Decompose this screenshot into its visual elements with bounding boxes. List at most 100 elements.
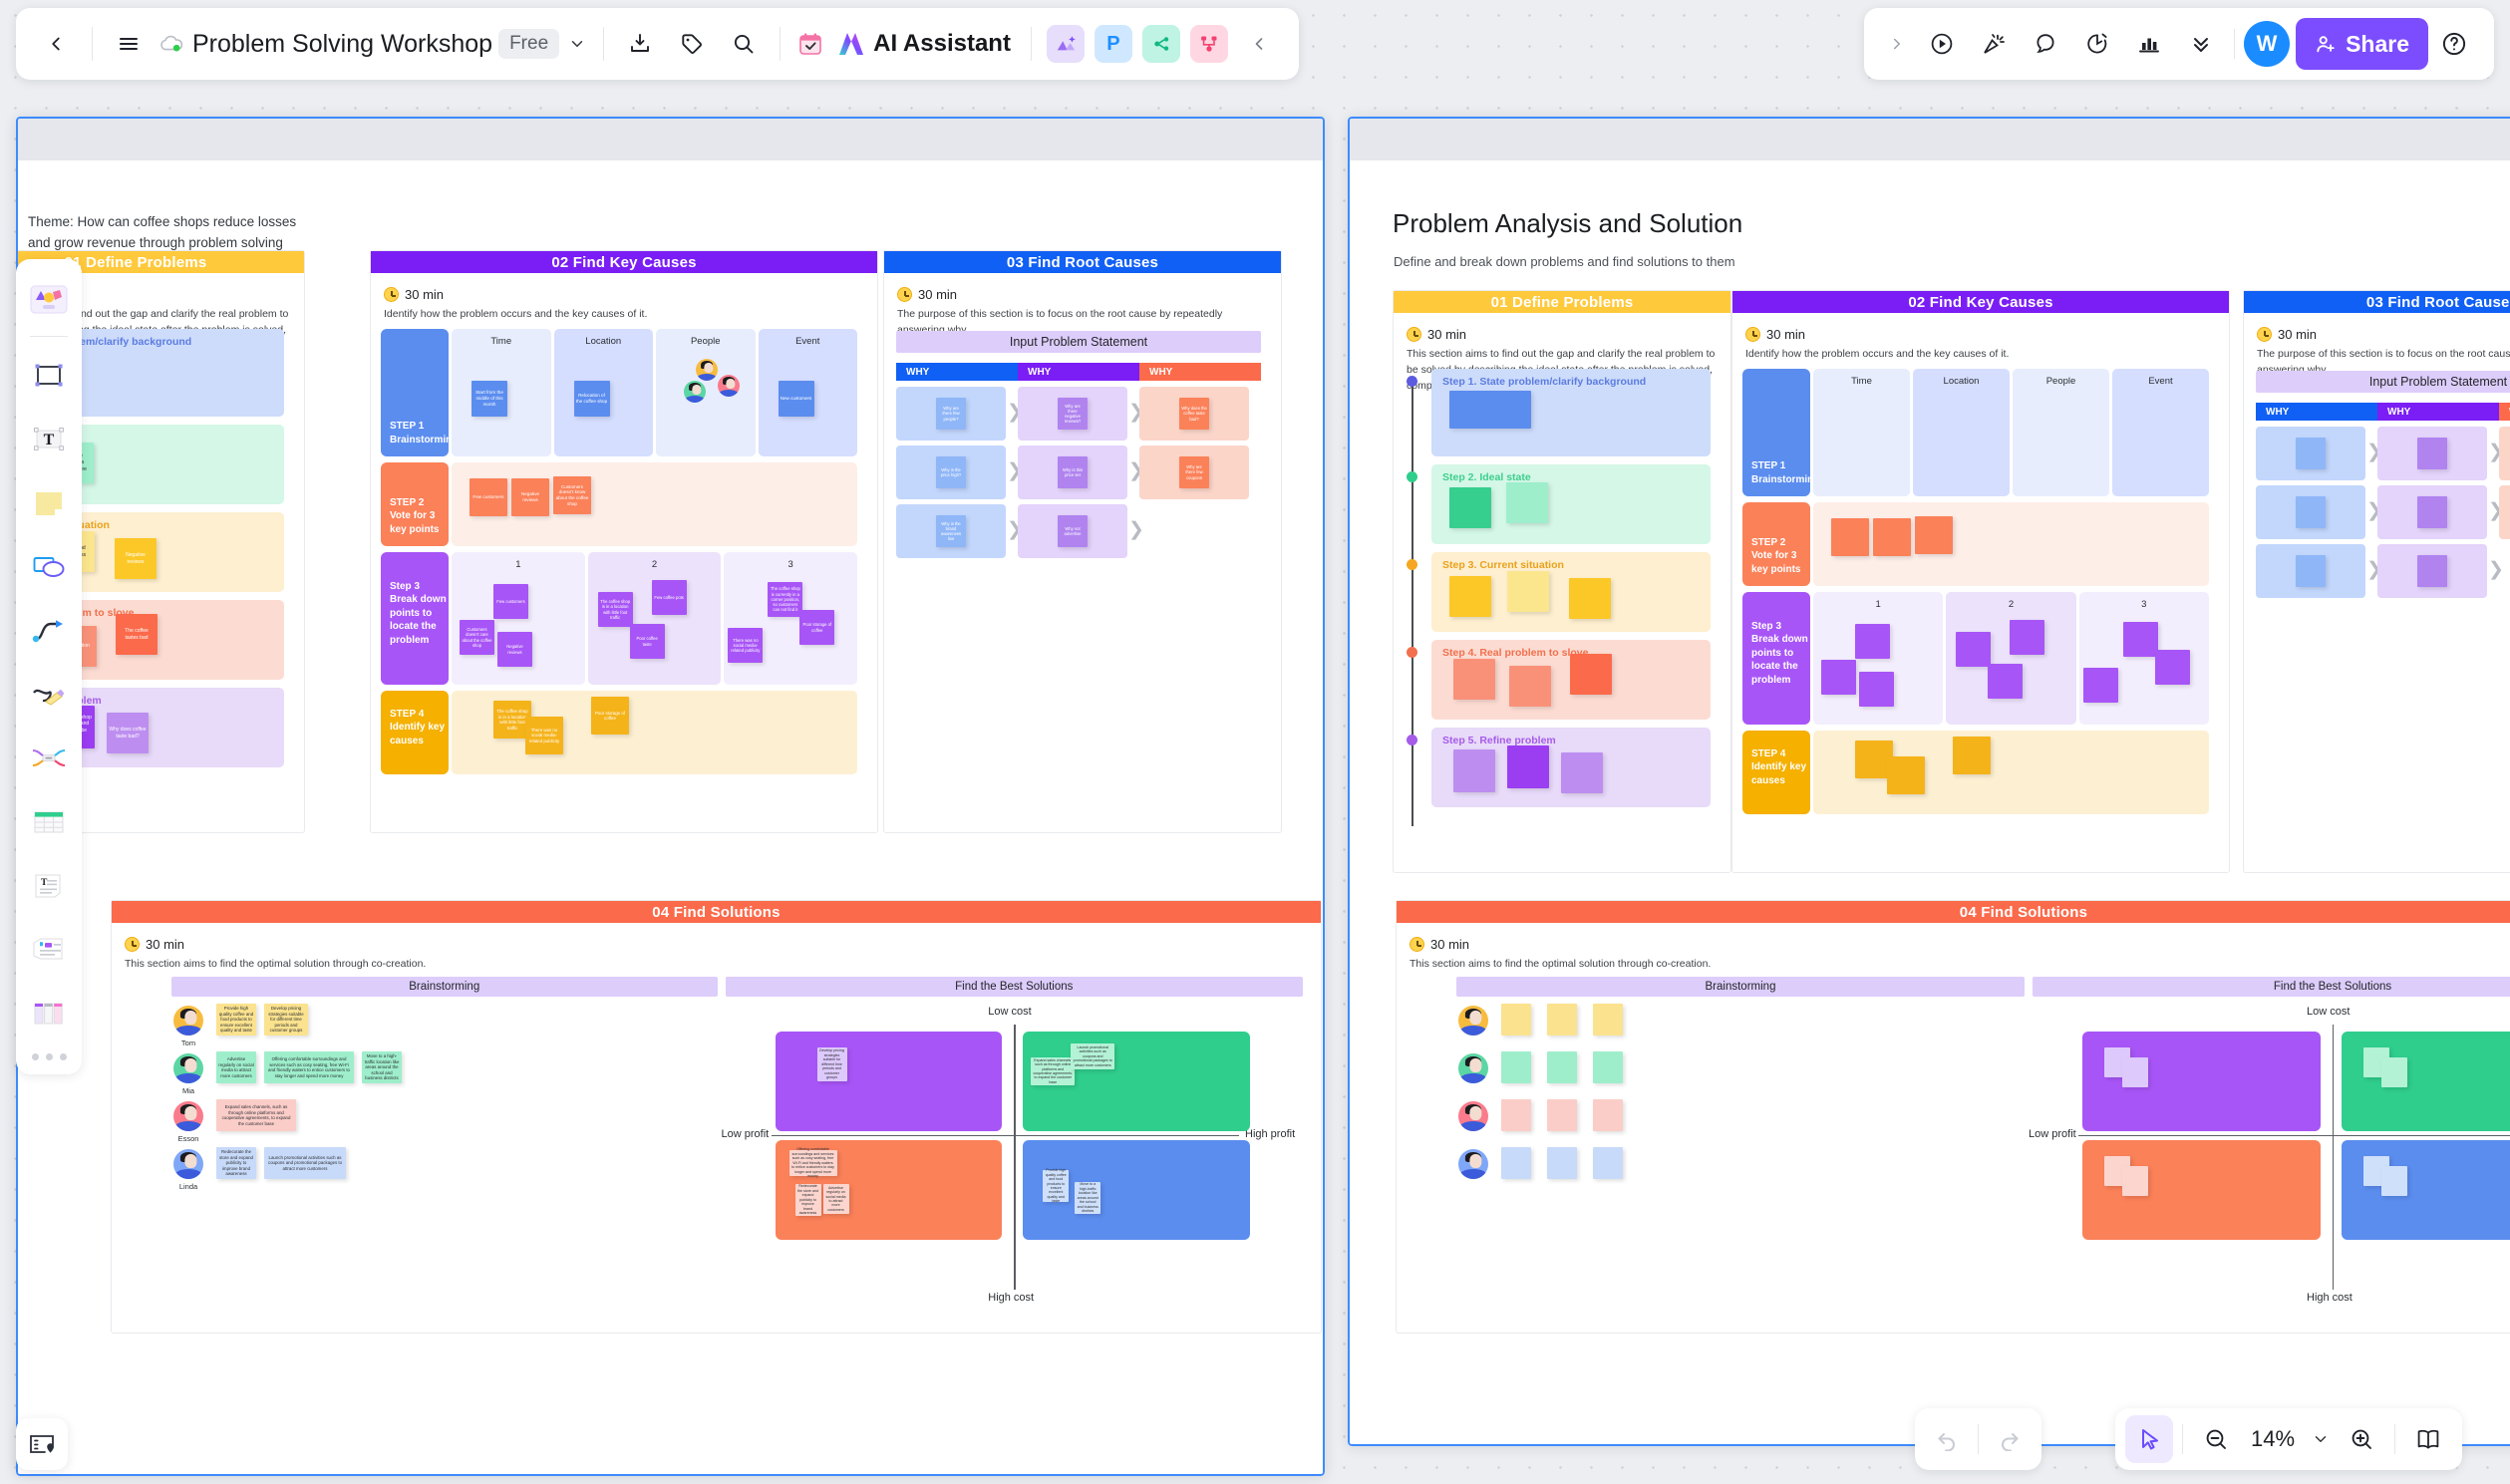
frame-tool[interactable]: [20, 345, 78, 407]
minimap-button[interactable]: [16, 1418, 68, 1470]
step-lane[interactable]: Step 2. Ideal state: [1431, 464, 1711, 544]
sticky-note[interactable]: [2122, 1057, 2148, 1087]
step-column[interactable]: 3 The coffee shop is currently in a corne…: [724, 552, 858, 685]
app-flowchart[interactable]: [1189, 25, 1228, 63]
step-column[interactable]: 2: [1946, 592, 2076, 725]
collapse-down-button[interactable]: [2175, 18, 2227, 70]
sticky-note[interactable]: Expand sales channels, such as through o…: [216, 1099, 296, 1131]
sticky-note[interactable]: The coffee shop is in a location with li…: [597, 592, 633, 627]
undo-button[interactable]: [1923, 1415, 1971, 1463]
step-row-1[interactable]: STEP 1 Brainstorming Time Location People Ev…: [1742, 369, 2209, 496]
sticky-note[interactable]: [1547, 1099, 1577, 1131]
quadrant-high-profit-low-cost[interactable]: Expand sales channels, such as through o…: [1023, 1032, 1250, 1131]
quadrant-low-profit-high-cost[interactable]: Offering comfortable surroundings and se…: [775, 1140, 1003, 1240]
sticky-note[interactable]: [1569, 578, 1611, 619]
sticky-note[interactable]: [1507, 745, 1549, 788]
back-button[interactable]: [30, 18, 82, 70]
sticky-note[interactable]: [1956, 632, 1992, 667]
section-card-03[interactable]: 03 Find Root Causes 30 min The purpose of …: [883, 250, 1282, 833]
sticky-note[interactable]: Provide high quality coffee and food pro…: [1043, 1168, 1070, 1203]
sticky-note[interactable]: [1593, 1004, 1623, 1036]
sticky-note[interactable]: [1570, 654, 1612, 695]
avatar[interactable]: W: [2244, 21, 2291, 67]
brainstorming-label[interactable]: Brainstorming: [1456, 977, 2025, 997]
sticky-note[interactable]: [1449, 391, 1531, 429]
step-column[interactable]: Location Relocation of the coffee shop: [553, 329, 653, 456]
sticky-note[interactable]: [1855, 624, 1890, 659]
comment-button[interactable]: [2020, 18, 2071, 70]
why-cell[interactable]: Why not advertise: [1018, 504, 1127, 558]
sticky-note[interactable]: [1821, 660, 1856, 695]
sticky-note[interactable]: Few customers: [470, 478, 507, 516]
why-cell[interactable]: [2377, 485, 2487, 539]
why-cell[interactable]: Why does the coffee taste bad?: [1139, 387, 1249, 441]
sticky-note[interactable]: [1593, 1099, 1623, 1131]
sticky-note[interactable]: Why is the brand awareness low: [936, 515, 966, 547]
sticky-note[interactable]: Develop pricing strategies suitable for …: [816, 1047, 847, 1081]
sticky-note[interactable]: [1547, 1004, 1577, 1036]
input-problem-statement[interactable]: Input Problem Statement: [2256, 371, 2510, 393]
collapse-apps-button[interactable]: [1233, 18, 1285, 70]
sticky-note[interactable]: Move to a high-traffic location like are…: [1075, 1182, 1101, 1214]
section-card-02[interactable]: 02 Find Key Causes 30 min Identify how the…: [1731, 290, 2230, 873]
sticky-note[interactable]: Few customers: [493, 584, 528, 619]
sticky-note[interactable]: Advertise regularly on social media to a…: [822, 1184, 849, 1214]
why-cell[interactable]: Why are there negative reviews?: [1018, 387, 1127, 441]
sticky-note[interactable]: Poor storage of coffee: [799, 610, 835, 645]
sticky-note[interactable]: Launch promotional activities such as co…: [264, 1147, 346, 1179]
frame-work-here[interactable]: Problem Analysis and Solution Define and …: [1348, 117, 2510, 1446]
more-options-dots[interactable]: [31, 1053, 67, 1060]
sticky-note[interactable]: Poor storage of coffee: [591, 697, 629, 735]
step-column[interactable]: Event: [2112, 369, 2209, 496]
ai-assistant-button[interactable]: AI Assistant: [830, 18, 1021, 70]
sticky-note[interactable]: [1501, 1004, 1531, 1036]
sticky-note[interactable]: Why is the price high?: [936, 456, 966, 488]
sticky-note[interactable]: [2122, 622, 2158, 657]
sticky-note[interactable]: [1873, 518, 1911, 556]
text-card-tool[interactable]: T: [20, 855, 78, 917]
sticky-note[interactable]: Start from the middle of this month: [471, 381, 507, 417]
text-tool[interactable]: T: [20, 409, 78, 470]
sticky-note[interactable]: Why are there few coupons: [1179, 456, 1209, 488]
step-lane[interactable]: [1813, 502, 2209, 586]
step-row-1[interactable]: STEP 1 Brainstorming Time Start from the m…: [381, 329, 857, 456]
timer-button[interactable]: [2071, 18, 2123, 70]
sticky-note[interactable]: [1501, 1147, 1531, 1179]
zoom-in-button[interactable]: [2338, 1415, 2385, 1463]
sticky-note[interactable]: [1859, 672, 1894, 707]
sticky-note[interactable]: Relocation of the coffee shop: [573, 381, 610, 417]
frame-example[interactable]: Theme: How can coffee shops reduce losse…: [16, 117, 1325, 1476]
sticky-note[interactable]: Provide high quality coffee and food pro…: [216, 1004, 256, 1036]
why-cell[interactable]: [2377, 427, 2487, 480]
quadrant-high-profit-high-cost[interactable]: Provide high quality coffee and food pro…: [1023, 1140, 1250, 1240]
sticky-note[interactable]: Few coffee pots: [651, 580, 687, 615]
present-button[interactable]: [1916, 18, 1968, 70]
sticky-note[interactable]: Offering comfortable surroundings and se…: [788, 1147, 837, 1178]
sticky-note[interactable]: There was no social media-related public…: [525, 717, 563, 754]
kanban-tool[interactable]: [20, 983, 78, 1044]
why-cell[interactable]: [2499, 485, 2510, 539]
step-lane[interactable]: Step 5. Refine problem: [1431, 728, 1711, 807]
search-button[interactable]: [718, 18, 770, 70]
zoom-level[interactable]: 14%: [2242, 1426, 2304, 1452]
sticky-note[interactable]: [1507, 571, 1549, 612]
sticky-note[interactable]: [2296, 555, 2326, 587]
sticky-note[interactable]: Develop pricing strategies suitable for …: [264, 1004, 308, 1036]
sticky-note[interactable]: Negative reviews: [497, 632, 532, 667]
calendar-button[interactable]: [790, 18, 830, 70]
step-lane[interactable]: Step 3. Current situation: [1431, 552, 1711, 632]
section-card-04[interactable]: 04 Find Solutions 30 min This section aims…: [1396, 900, 2510, 1334]
quadrant-low-profit-low-cost[interactable]: Develop pricing strategies suitable for …: [775, 1032, 1003, 1131]
quadrant-high-profit-high-cost[interactable]: [2342, 1140, 2510, 1240]
menu-button[interactable]: [103, 18, 155, 70]
sticky-note[interactable]: [1561, 752, 1603, 793]
sticky-note[interactable]: Redecorate the store and expand publicit…: [216, 1147, 256, 1179]
sticky-note[interactable]: [2296, 496, 2326, 528]
sticky-note[interactable]: [1593, 1051, 1623, 1083]
sticky-note[interactable]: Poor coffee taste: [629, 624, 665, 659]
sticky-note[interactable]: Why does coffee taste bad?: [107, 713, 149, 753]
sticky-note[interactable]: Move to a high-traffic location like are…: [362, 1051, 402, 1083]
step-lane[interactable]: [1813, 731, 2209, 814]
tag-button[interactable]: [666, 18, 718, 70]
sticky-note[interactable]: [1988, 664, 2024, 699]
